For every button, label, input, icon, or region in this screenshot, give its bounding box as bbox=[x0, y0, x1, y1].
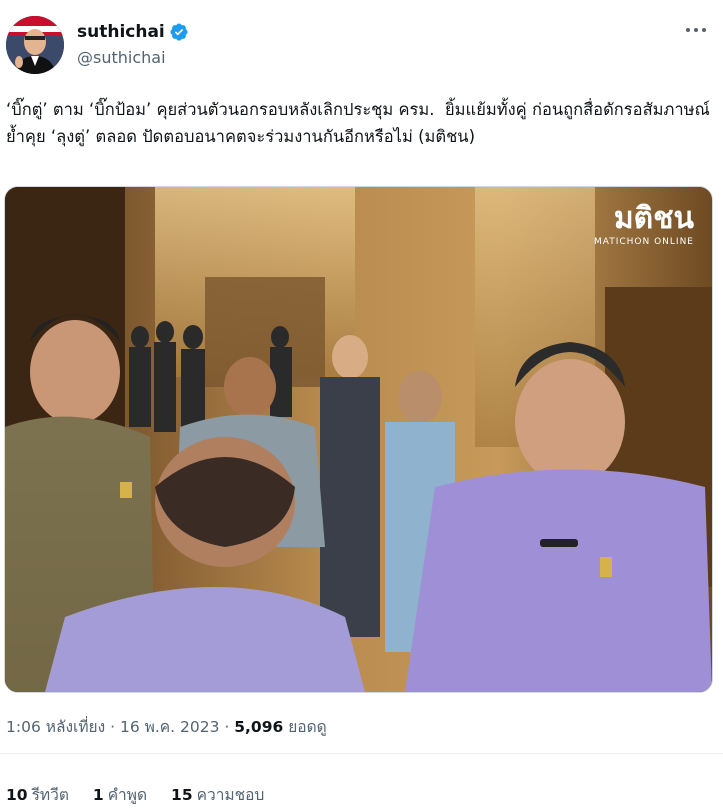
tweet-stats: 10 รีทวีต 1 คำพูด 15 ความชอบ bbox=[6, 782, 264, 807]
divider bbox=[0, 753, 723, 754]
author-name-text[interactable]: suthichai bbox=[77, 22, 165, 42]
watermark-main: มติชน bbox=[613, 201, 694, 236]
media-photo bbox=[5, 187, 712, 692]
more-options-icon[interactable] bbox=[683, 20, 709, 40]
quotes-stat[interactable]: 1 คำพูด bbox=[93, 782, 147, 807]
verified-badge-icon bbox=[170, 23, 188, 41]
author-handle[interactable]: @suthichai bbox=[77, 48, 166, 67]
quotes-count: 1 bbox=[92, 786, 104, 804]
meta-separator: · bbox=[224, 718, 235, 736]
watermark-sub: MATICHON ONLINE bbox=[593, 237, 694, 247]
likes-count: 15 bbox=[171, 786, 193, 804]
media-watermark: มติชน MATICHON ONLINE bbox=[593, 201, 694, 248]
tweet-date[interactable]: 16 พ.ค. 2023 bbox=[120, 718, 219, 736]
retweets-label: รีทวีต bbox=[31, 786, 69, 804]
meta-separator: · bbox=[110, 718, 120, 736]
tweet-text: ‘บิ๊กตู่’ ตาม ‘บิ๊กป้อม’ คุยส่วนตัวนอกรอ… bbox=[6, 100, 716, 146]
retweets-count: 10 bbox=[6, 786, 28, 804]
tweet-media-image[interactable]: มติชน MATICHON ONLINE bbox=[4, 186, 713, 693]
views-label: ยอดดู bbox=[288, 718, 327, 736]
author-avatar[interactable] bbox=[6, 16, 64, 74]
views-count: 5,096 bbox=[234, 718, 284, 736]
tweet-meta: 1:06 หลังเที่ยง · 16 พ.ค. 2023 · 5,096 ย… bbox=[6, 714, 327, 739]
likes-label: ความชอบ bbox=[196, 786, 265, 804]
quotes-label: คำพูด bbox=[107, 786, 148, 804]
retweets-stat[interactable]: 10 รีทวีต bbox=[6, 782, 69, 807]
likes-stat[interactable]: 15 ความชอบ bbox=[171, 782, 264, 807]
tweet-time[interactable]: 1:06 หลังเที่ยง bbox=[6, 718, 105, 736]
author-name[interactable]: suthichai bbox=[77, 22, 189, 42]
